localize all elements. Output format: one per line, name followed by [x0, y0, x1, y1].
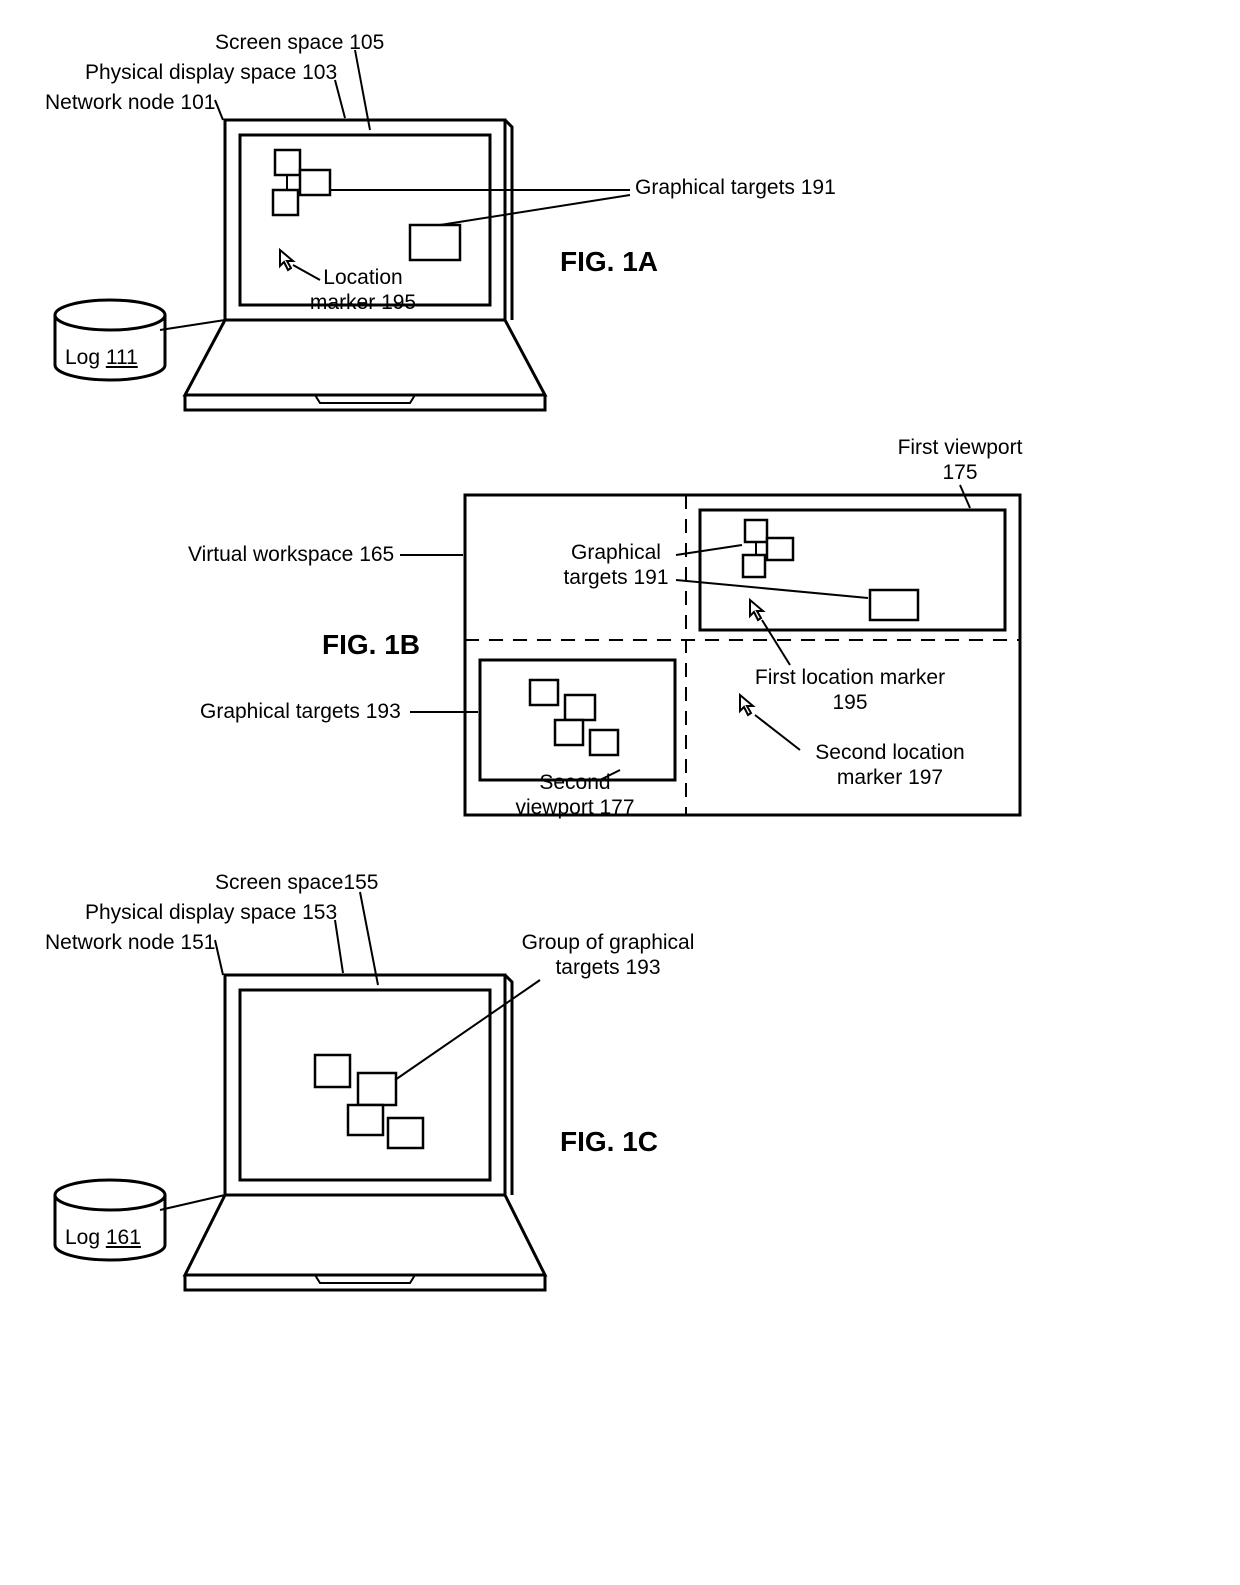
label-first-viewport-175: First viewport 175	[860, 435, 1060, 485]
text-viewport-177: viewport 177	[515, 796, 634, 819]
label-phys-display-153: Physical display space 153	[85, 900, 337, 925]
label-log-161: Log 161	[65, 1225, 141, 1250]
label-screen-space-155: Screen space155	[215, 870, 378, 895]
text-195: 195	[832, 691, 867, 714]
label-first-location-marker-195: First location marker 195	[725, 665, 975, 715]
text-log-a: Log	[65, 346, 106, 369]
text-targets-191-b: targets 191	[563, 566, 668, 589]
text-first-loc-marker: First location marker	[755, 666, 945, 689]
text-log-c: Log	[65, 1226, 106, 1249]
text-175: 175	[942, 461, 977, 484]
text-marker-197: marker 197	[837, 766, 943, 789]
label-network-node-151: Network node 151	[45, 930, 215, 955]
text-group-graphical: Group of graphical	[522, 931, 695, 954]
text-first-viewport: First viewport	[898, 436, 1023, 459]
text-location: Location	[323, 266, 402, 289]
fig-1c-title: FIG. 1C	[560, 1125, 658, 1159]
text-targets-193: targets 193	[555, 956, 660, 979]
patent-figure-page: Screen space 105 Physical display space …	[0, 0, 1240, 1585]
label-graphical-targets-193: Graphical targets 193	[200, 699, 401, 724]
text-graphical-b: Graphical	[571, 541, 661, 564]
fig-1a-title: FIG. 1A	[560, 245, 658, 279]
label-graphical-targets-191: Graphical targets 191	[635, 175, 836, 200]
label-group-graphical-targets-193: Group of graphical targets 193	[483, 930, 733, 980]
fig-1b-title: FIG. 1B	[322, 628, 420, 662]
label-log-111: Log 111	[65, 345, 138, 370]
text-111: 111	[106, 346, 138, 369]
label-virtual-workspace-165: Virtual workspace 165	[188, 542, 394, 567]
label-graphical-targets-191-b: Graphical targets 191	[556, 540, 676, 590]
label-screen-space-105: Screen space 105	[215, 30, 384, 55]
label-phys-display-103: Physical display space 103	[85, 60, 337, 85]
text-161: 161	[106, 1226, 141, 1249]
label-location-marker-195: Location marker 195	[303, 265, 423, 315]
text-second: Second	[539, 771, 610, 794]
label-second-viewport-177: Second viewport 177	[505, 770, 645, 820]
label-second-location-marker-197: Second location marker 197	[790, 740, 990, 790]
text-marker-195: marker 195	[310, 291, 416, 314]
text-second-loc: Second location	[815, 741, 964, 764]
label-network-node-101: Network node 101	[45, 90, 215, 115]
